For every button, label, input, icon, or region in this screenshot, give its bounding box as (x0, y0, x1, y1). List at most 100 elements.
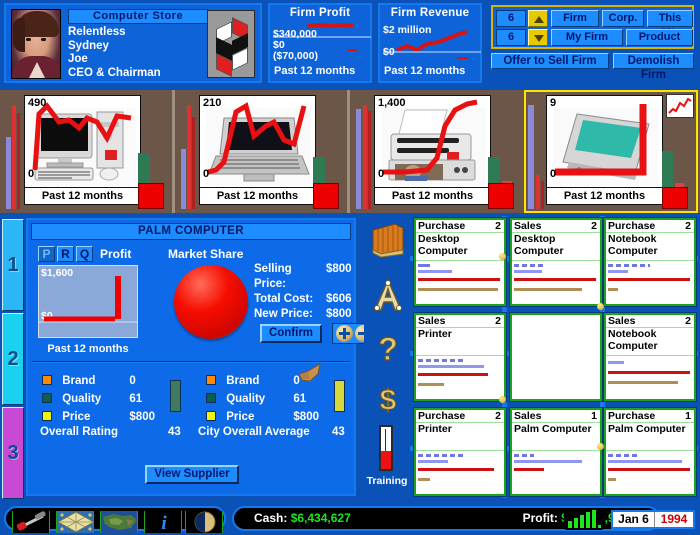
level-number-top[interactable]: 6 (496, 10, 526, 27)
firm-revenue-title: Firm Revenue (390, 7, 470, 19)
board-game-icon[interactable] (56, 511, 94, 533)
btn-product[interactable]: Product (626, 29, 693, 46)
grid-cell[interactable]: Sales 2 Printer (414, 313, 506, 401)
grid-cell-header: Purchase 2 (416, 410, 504, 423)
floor-tab-2[interactable]: 2 (2, 313, 24, 405)
shelf-card[interactable]: 210 0 Past 12 months (199, 95, 316, 205)
grid-cell-header: Sales 2 (512, 220, 600, 233)
firm-revenue-panel[interactable]: Firm Revenue $2 million $0 Past 12 month… (378, 3, 482, 83)
shelf-value: 490 (28, 97, 47, 109)
grid-cell-product: Notebook Computer (608, 233, 658, 257)
hand-cursor-icon (298, 363, 321, 382)
training-label: Training (366, 475, 408, 487)
grid-cell-header: Sales 2 (606, 315, 694, 328)
triangle-down-icon[interactable] (528, 29, 548, 46)
shelf-item-printer[interactable]: 1,400 0 Past 12 months (352, 90, 522, 213)
grid-cell[interactable]: Sales 1 Palm Computer (510, 408, 602, 496)
btn-firm[interactable]: Firm (551, 10, 599, 27)
grid-cell[interactable]: Purchase 2 Printer (414, 408, 506, 496)
confirm-button[interactable]: Confirm (260, 324, 322, 343)
price-swatch (206, 411, 216, 421)
grid-cell-product: Desktop Computer (418, 233, 468, 257)
firm-revenue-chart: $2 million $0 (383, 20, 481, 64)
shelf-item-palm-computer[interactable]: 9 0 Past 12 months (524, 90, 698, 213)
btn-this-city[interactable]: This City (647, 10, 693, 39)
chart-mode-toggles: P R Q (38, 246, 93, 262)
grid-cell-header: Sales 2 (416, 315, 504, 328)
question-mark-icon[interactable]: ? (369, 330, 407, 368)
btn-demolish-firm[interactable]: Demolish Firm (613, 53, 694, 81)
file-folders-icon[interactable] (369, 220, 407, 258)
product-ratings-own: Brand 0 Quality 61 Price $800 (42, 372, 155, 426)
grid-cell-product: Palm Computer (514, 423, 592, 435)
store-title[interactable]: Computer Store (68, 9, 208, 24)
world-map-icon[interactable] (100, 511, 138, 533)
shelf-item-notebook-computer[interactable]: 210 0 Past 12 months (177, 90, 347, 213)
shelf-item-desktop-computer[interactable]: 490 0 Past 12 months (2, 90, 172, 213)
game-window: Computer Store Relentless Sydney Joe CEO… (0, 0, 700, 534)
ceo-name: Joe (68, 53, 88, 65)
quality-value: 61 (129, 393, 143, 405)
firm-profit-panel[interactable]: Firm Profit $340,000 $0 ($70,000) Past 1… (268, 3, 372, 83)
clock-icon[interactable] (185, 511, 223, 533)
grid-cell[interactable]: Purchase 2 Desktop Computer (414, 218, 506, 306)
shelf-card[interactable]: 9 0 Past 12 months (546, 95, 663, 205)
tool-column: ? $ Training (364, 218, 410, 496)
grid-cell-header: Purchase 2 (606, 220, 694, 233)
shelf-value: 1,400 (378, 97, 406, 109)
plus-coin-icon[interactable] (336, 325, 353, 342)
brand-swatch (206, 375, 216, 385)
bar-chart-icon[interactable] (564, 508, 604, 530)
new-price-label: New Price: (254, 308, 313, 320)
quality-label: Quality (62, 393, 102, 405)
toggle-revenue[interactable]: R (57, 246, 74, 262)
price-readout: Selling Price: $800 Total Cost: $606 New… (254, 262, 352, 322)
grid-cell-empty[interactable] (510, 313, 602, 401)
btn-my-firm[interactable]: My Firm (551, 29, 623, 46)
profit-label: Profit (100, 247, 132, 261)
grid-cell-qty: 2 (685, 220, 691, 232)
hammer-tool-icon[interactable] (12, 511, 50, 533)
shelf-value: 9 (550, 97, 557, 109)
letter-a-icon[interactable] (369, 276, 407, 314)
price-value: $800 (293, 411, 319, 423)
shelf-card[interactable]: 490 0 Past 12 months (24, 95, 141, 205)
thermometer-icon[interactable] (379, 425, 393, 471)
grid-cell[interactable]: Purchase 1 Palm Computer (604, 408, 696, 496)
grid-cell[interactable]: Sales 2 Notebook Computer (604, 313, 696, 401)
grid-cell-type: Purchase (608, 410, 656, 422)
grid-cell-product: Notebook Computer (608, 328, 658, 352)
date-display[interactable]: Jan 6 1994 (611, 510, 695, 529)
toggle-profit[interactable]: P (38, 246, 55, 262)
product-title: PALM COMPUTER (31, 223, 351, 240)
grid-cell-product: Palm Computer (608, 423, 686, 435)
grid-cell-qty: 2 (495, 220, 501, 232)
shelf-card[interactable]: 1,400 0 Past 12 months (374, 95, 491, 205)
company-name: Relentless (68, 26, 126, 38)
dollar-sign-icon[interactable]: $ (369, 380, 407, 418)
floor-tab-3[interactable]: 3 (2, 407, 24, 499)
floor-tab-1[interactable]: 1 (2, 219, 24, 311)
quality-value: 61 (293, 393, 307, 405)
company-details: Relentless Sydney Joe CEO & Chairman (68, 26, 161, 80)
overall-rating-value: 43 (168, 426, 181, 438)
toggle-quantity[interactable]: Q (76, 246, 93, 262)
quality-swatch (42, 393, 52, 403)
information-icon[interactable]: i (144, 511, 182, 533)
btn-offer-to-sell-firm[interactable]: Offer to Sell Firm (491, 53, 609, 69)
grid-cell[interactable]: Purchase 2 Notebook Computer (604, 218, 696, 306)
svg-text:?: ? (378, 331, 398, 367)
shelf-caption: Past 12 months (25, 187, 140, 204)
city-rating-gauge (334, 380, 345, 412)
selling-price-value: $800 (326, 263, 352, 275)
level-number-bottom[interactable]: 6 (496, 29, 526, 46)
triangle-up-icon[interactable] (528, 10, 548, 27)
view-supplier-button[interactable]: View Supplier (145, 465, 239, 484)
mini-trend-chart-icon (666, 94, 694, 118)
btn-corp[interactable]: Corp. (602, 10, 644, 27)
market-share-label: Market Share (168, 247, 244, 261)
selling-price-label: Selling Price: (254, 263, 292, 290)
grid-cell[interactable]: Sales 2 Desktop Computer (510, 218, 602, 306)
market-share-sphere[interactable] (174, 265, 248, 339)
quality-label: Quality (226, 393, 266, 405)
